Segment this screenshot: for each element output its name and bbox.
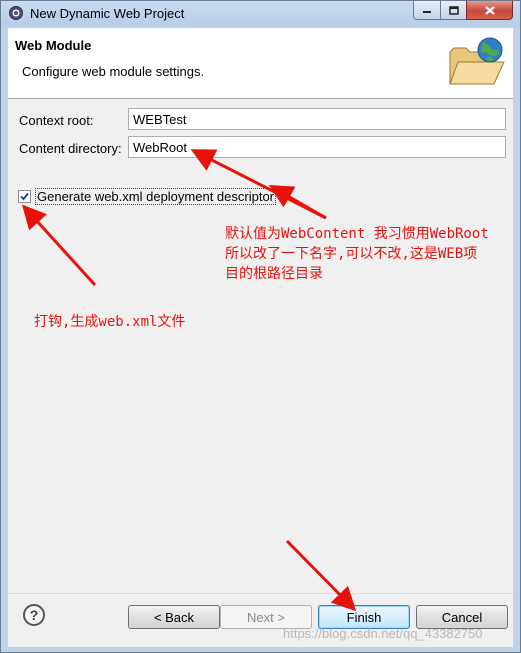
context-root-input[interactable]: WEBTest <box>128 108 506 130</box>
annotation-content-directory-line1: 默认值为WebContent 我习惯用WebRoot <box>225 226 489 242</box>
title-bar[interactable]: New Dynamic Web Project <box>1 1 520 27</box>
close-button[interactable] <box>466 1 513 20</box>
page-description: Configure web module settings. <box>22 64 205 79</box>
annotation-content-directory-line2: 所以改了一下名字,可以不改,这是WEB项 <box>225 246 478 262</box>
content-directory-input[interactable]: WebRoot <box>128 136 506 158</box>
minimize-button[interactable] <box>413 1 441 20</box>
wizard-header: Web Module Configure web module settings… <box>8 28 513 99</box>
dialog-window: New Dynamic Web Project Web Module Confi… <box>0 0 521 653</box>
help-button[interactable]: ? <box>23 604 45 626</box>
web-project-folder-icon <box>449 37 505 85</box>
annotation-checkbox: 打钩,生成web.xml文件 <box>34 314 186 330</box>
back-button[interactable]: < Back <box>128 605 220 629</box>
minimize-icon <box>423 11 431 13</box>
maximize-button[interactable] <box>440 1 467 20</box>
annotation-content-directory-line3: 目的根路径目录 <box>225 266 323 282</box>
watermark: https://blog.csdn.net/qq_43382750 <box>283 626 483 641</box>
checkmark-icon <box>20 192 29 201</box>
maximize-icon <box>448 5 459 15</box>
page-title: Web Module <box>15 38 92 53</box>
generate-webxml-label: Generate web.xml deployment descriptor <box>35 188 277 205</box>
generate-webxml-row[interactable]: Generate web.xml deployment descriptor <box>18 188 277 205</box>
dialog-client: Web Module Configure web module settings… <box>8 28 513 647</box>
footer-separator <box>8 593 513 594</box>
close-icon <box>484 5 495 15</box>
eclipse-gear-icon <box>9 6 23 20</box>
content-directory-label: Content directory: <box>19 141 122 156</box>
window-title: New Dynamic Web Project <box>30 6 185 21</box>
generate-webxml-checkbox[interactable] <box>18 190 31 203</box>
context-root-label: Context root: <box>19 113 94 128</box>
